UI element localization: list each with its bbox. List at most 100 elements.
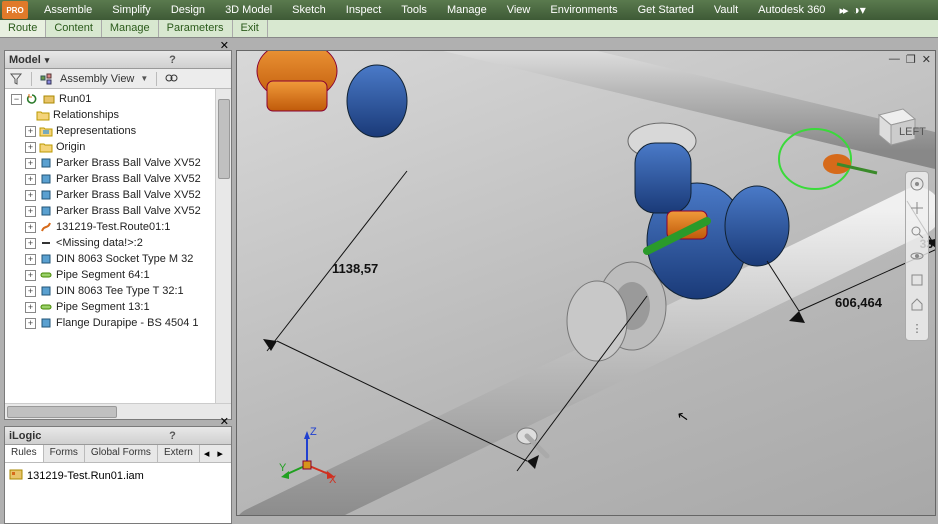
expand-icon[interactable]: + <box>25 126 36 137</box>
tree-label: Relationships <box>53 109 119 121</box>
dimension-value-1: 1138,57 <box>332 261 378 276</box>
tree-row[interactable]: +Pipe Segment 13:1 <box>5 299 231 315</box>
panel-help-icon[interactable]: ? <box>118 430 227 442</box>
tree-label: Run01 <box>59 93 91 105</box>
tree-row[interactable]: + DIN 8063 Tee Type T 32:1 <box>5 283 231 299</box>
part-icon <box>39 172 53 186</box>
expand-icon[interactable]: + <box>25 222 36 233</box>
ilogic-tab-rules[interactable]: Rules <box>5 445 44 462</box>
expand-icon[interactable]: − <box>11 94 22 105</box>
ilogic-tab-external[interactable]: Extern <box>158 445 200 462</box>
filter-icon[interactable] <box>9 72 23 86</box>
model-panel-titlebar[interactable]: Model ? <box>5 51 231 69</box>
missing-icon <box>39 236 53 250</box>
3d-viewport[interactable]: — ❐ ✕ <box>236 50 936 516</box>
tree-row[interactable]: +Pipe Segment 64:1 <box>5 267 231 283</box>
ilogic-titlebar[interactable]: iLogic ? <box>5 427 231 445</box>
expand-icon[interactable]: + <box>25 174 36 185</box>
panel-close-icon[interactable]: ✕ <box>220 39 229 52</box>
expand-icon[interactable]: + <box>25 286 36 297</box>
tab-parameters[interactable]: Parameters <box>159 20 233 37</box>
assembly-view-label[interactable]: Assembly View <box>60 73 134 85</box>
tree-label: DIN 8063 Tee Type T 32:1 <box>56 285 184 297</box>
tree-row[interactable]: +Parker Brass Ball Valve XV52 <box>5 203 231 219</box>
ilogic-body: 131219-Test.Run01.iam <box>5 463 231 523</box>
expand-icon[interactable]: + <box>25 142 36 153</box>
viewcube[interactable]: LEFT <box>869 101 919 151</box>
tab-exit[interactable]: Exit <box>233 20 268 37</box>
refresh-icon <box>25 92 39 106</box>
menu-vault[interactable]: Vault <box>704 4 748 16</box>
menu-3d-model[interactable]: 3D Model <box>215 4 282 16</box>
nav-lookat-icon[interactable] <box>909 272 925 288</box>
expand-icon[interactable]: + <box>25 302 36 313</box>
panel-close-icon[interactable]: ✕ <box>220 415 229 428</box>
tab-content[interactable]: Content <box>46 20 102 37</box>
tree-row[interactable]: Relationships <box>5 107 231 123</box>
tree-row[interactable]: +Representations <box>5 123 231 139</box>
menu-assemble[interactable]: Assemble <box>34 4 102 16</box>
menu-environments[interactable]: Environments <box>540 4 627 16</box>
expand-icon[interactable]: + <box>25 238 36 249</box>
part-icon <box>39 156 53 170</box>
menu-manage[interactable]: Manage <box>437 4 497 16</box>
help-icon[interactable]: ◑▾ <box>852 3 865 17</box>
tab-route[interactable]: Route <box>0 20 46 37</box>
dropdown-icon[interactable]: ▼ <box>140 74 148 83</box>
tree-row[interactable]: + Parker Brass Ball Valve XV52 <box>5 155 231 171</box>
tree-label: Origin <box>56 141 85 153</box>
tree-row[interactable]: + Origin <box>5 139 231 155</box>
tree-row[interactable]: +131219-Test.Route01:1 <box>5 219 231 235</box>
tree-vscrollbar[interactable] <box>215 89 231 403</box>
tree-row[interactable]: +Parker Brass Ball Valve XV52 <box>5 187 231 203</box>
part-icon <box>39 188 53 202</box>
tree-row[interactable]: +<Missing data!>:2 <box>5 235 231 251</box>
nav-zoom-icon[interactable] <box>909 224 925 240</box>
expand-icon[interactable]: + <box>25 190 36 201</box>
model-panel-title: Model <box>9 54 118 66</box>
model-tree[interactable]: − Run01 Relationships +Representations + O… <box>5 89 231 403</box>
menu-tools[interactable]: Tools <box>391 4 437 16</box>
ilogic-tab-forms[interactable]: Forms <box>44 445 85 462</box>
assembly-view-icon[interactable] <box>40 72 54 86</box>
folder-icon <box>36 108 50 122</box>
nav-pan-icon[interactable] <box>909 200 925 216</box>
folder-icon <box>39 140 53 154</box>
menu-inspect[interactable]: Inspect <box>336 4 391 16</box>
ilogic-tab-global-forms[interactable]: Global Forms <box>85 445 158 462</box>
menu-get-started[interactable]: Get Started <box>628 4 704 16</box>
panel-help-icon[interactable]: ? <box>118 54 227 66</box>
tabs-scroll-left-icon[interactable]: ◂ <box>200 445 214 462</box>
find-icon[interactable] <box>165 72 179 86</box>
assembly-file-icon <box>9 467 23 484</box>
tab-manage[interactable]: Manage <box>102 20 159 37</box>
nav-wheel-icon[interactable] <box>909 176 925 192</box>
origin-triad: Z X Y <box>277 425 337 485</box>
expand-icon[interactable]: + <box>25 158 36 169</box>
expand-icon[interactable]: + <box>25 254 36 265</box>
expand-icon[interactable]: + <box>25 206 36 217</box>
menu-overflow-icon[interactable]: ▸▸ <box>839 4 846 17</box>
menu-design[interactable]: Design <box>161 4 215 16</box>
ilogic-item[interactable]: 131219-Test.Run01.iam <box>9 467 227 484</box>
main-menubar: PRO Assemble Simplify Design 3D Model Sk… <box>0 0 938 20</box>
nav-more-icon[interactable]: ⋮ <box>909 320 925 336</box>
tabs-scroll-right-icon[interactable]: ▸ <box>213 445 227 462</box>
menu-autodesk-360[interactable]: Autodesk 360 <box>748 4 835 16</box>
nav-home-icon[interactable] <box>909 296 925 312</box>
tree-hscrollbar[interactable] <box>5 403 231 419</box>
menu-simplify[interactable]: Simplify <box>102 4 161 16</box>
menu-view[interactable]: View <box>497 4 541 16</box>
part-icon <box>39 204 53 218</box>
nav-orbit-icon[interactable] <box>909 248 925 264</box>
expand-icon[interactable]: + <box>25 270 36 281</box>
tree-row[interactable]: +DIN 8063 Socket Type M 32 <box>5 251 231 267</box>
tree-row-run[interactable]: − Run01 <box>5 91 231 107</box>
menu-sketch[interactable]: Sketch <box>282 4 336 16</box>
expand-icon[interactable]: + <box>25 318 36 329</box>
tree-row[interactable]: +Parker Brass Ball Valve XV52 <box>5 171 231 187</box>
assembly-icon <box>42 92 56 106</box>
tree-label: Parker Brass Ball Valve XV52 <box>56 157 201 169</box>
dimension-value-2: 606,464 <box>835 295 882 310</box>
tree-row[interactable]: +Flange Durapipe - BS 4504 1 <box>5 315 231 331</box>
